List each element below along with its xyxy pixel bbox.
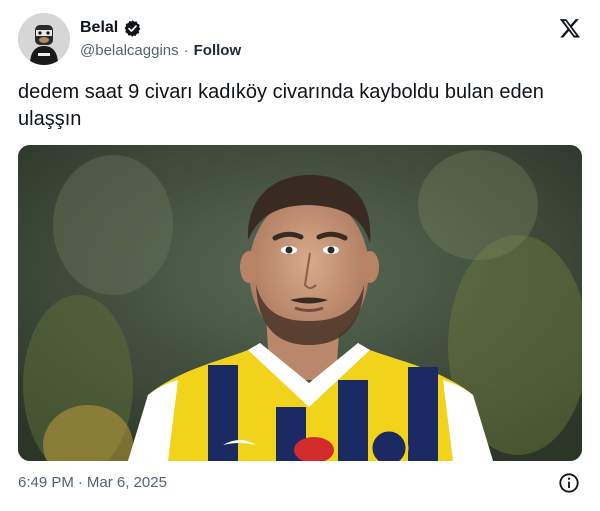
display-name[interactable]: Belal [80,19,118,37]
tweet-timestamp[interactable]: 6:49 PM · Mar 6, 2025 [18,474,167,491]
player-photo [18,145,582,461]
tweet-photo[interactable] [18,145,582,461]
tweet-text: dedem saat 9 civarı kadıköy civarında ka… [18,81,544,130]
handle-separator: · [183,42,189,59]
verified-badge-icon [124,19,141,37]
avatar-image [18,13,70,65]
info-icon[interactable] [558,472,580,494]
tweet-header: Belal @belalcaggins · Follow [18,13,584,67]
avatar[interactable] [18,13,70,65]
follow-button[interactable]: Follow [194,42,242,59]
x-logo-icon[interactable] [559,17,581,39]
tweet-time: 6:49 PM [18,474,74,491]
tweet-date: Mar 6, 2025 [86,474,167,491]
tweet-footer: 6:49 PM · Mar 6, 2025 [18,472,584,494]
author-info: Belal @belalcaggins · Follow [80,17,241,59]
timestamp-separator: · [77,474,83,491]
author-handle[interactable]: @belalcaggins [80,42,179,59]
